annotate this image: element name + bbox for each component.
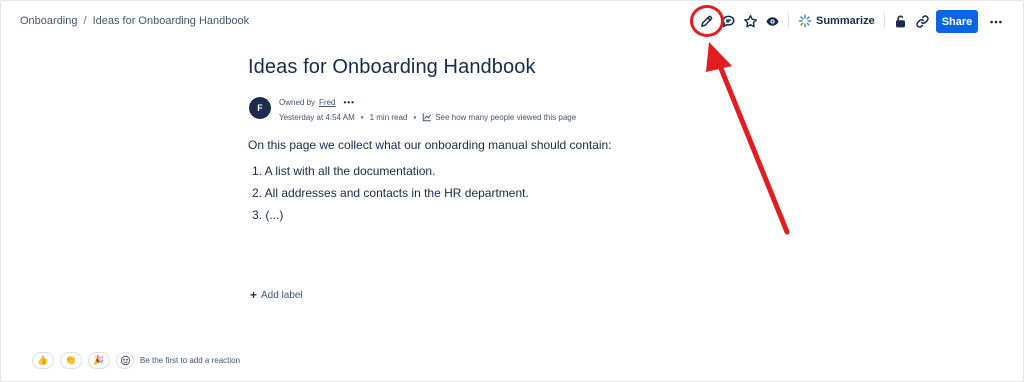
add-reaction-icon[interactable] [116, 352, 134, 369]
summarize-label: Summarize [816, 15, 875, 27]
page-views-link[interactable]: See how many people viewed this page [422, 112, 576, 122]
analytics-icon [422, 113, 432, 122]
breadcrumb-space-link[interactable]: Onboarding [20, 15, 78, 27]
intro-paragraph: On this page we collect what our onboard… [248, 138, 612, 152]
link-icon[interactable] [912, 10, 934, 32]
add-label-button[interactable]: + Add label [250, 288, 303, 302]
star-icon[interactable] [739, 10, 761, 32]
more-icon[interactable] [986, 12, 1006, 32]
content-list: 1. A list with all the documentation. 2.… [252, 163, 529, 229]
toolbar-divider [788, 13, 789, 29]
meta-separator: • [360, 112, 364, 122]
list-item: 1. A list with all the documentation. [252, 164, 436, 178]
avatar[interactable]: F [249, 97, 271, 119]
summarize-icon [798, 14, 812, 28]
meta-separator: • [413, 112, 417, 122]
list-item: 3. (...) [252, 208, 284, 222]
edit-highlight-circle [690, 5, 724, 37]
breadcrumb-separator: / [83, 15, 87, 27]
reaction-party[interactable]: 🎉 [88, 352, 110, 369]
page-meta: Yesterday at 4:54 AM • 1 min read • See … [279, 112, 576, 122]
page-title: Ideas for Onboarding Handbook [248, 56, 536, 78]
breadcrumb-page-link[interactable]: Ideas for Onboarding Handbook [93, 15, 250, 27]
page-views-label: See how many people viewed this page [435, 112, 577, 122]
breadcrumb: Onboarding / Ideas for Onboarding Handbo… [20, 15, 249, 27]
toolbar-divider [883, 13, 885, 29]
owner-link[interactable]: Fred [319, 98, 335, 107]
updated-time: Yesterday at 4:54 AM [279, 112, 355, 122]
list-item: 2. All addresses and contacts in the HR … [252, 186, 529, 200]
byline-more-icon[interactable]: ••• [343, 98, 354, 107]
byline: Owned by Fred ••• [279, 98, 355, 107]
reaction-prompt: Be the first to add a reaction [140, 356, 241, 365]
owned-by-label: Owned by [279, 98, 316, 107]
watch-icon[interactable] [761, 10, 783, 32]
read-time: 1 min read [369, 112, 408, 122]
page-toolbar: Summarize [695, 10, 934, 32]
summarize-button[interactable]: Summarize [794, 14, 879, 28]
reaction-thumbs-up[interactable]: 👍 [32, 352, 54, 369]
restrictions-icon[interactable] [890, 10, 912, 32]
add-label-text: Add label [261, 289, 303, 301]
reactions-bar: 👍 👏 🎉 Be the first to add a reaction [32, 352, 240, 369]
reaction-clapping[interactable]: 👏 [60, 352, 82, 369]
share-button[interactable]: Share [936, 10, 978, 33]
plus-icon: + [250, 288, 258, 302]
